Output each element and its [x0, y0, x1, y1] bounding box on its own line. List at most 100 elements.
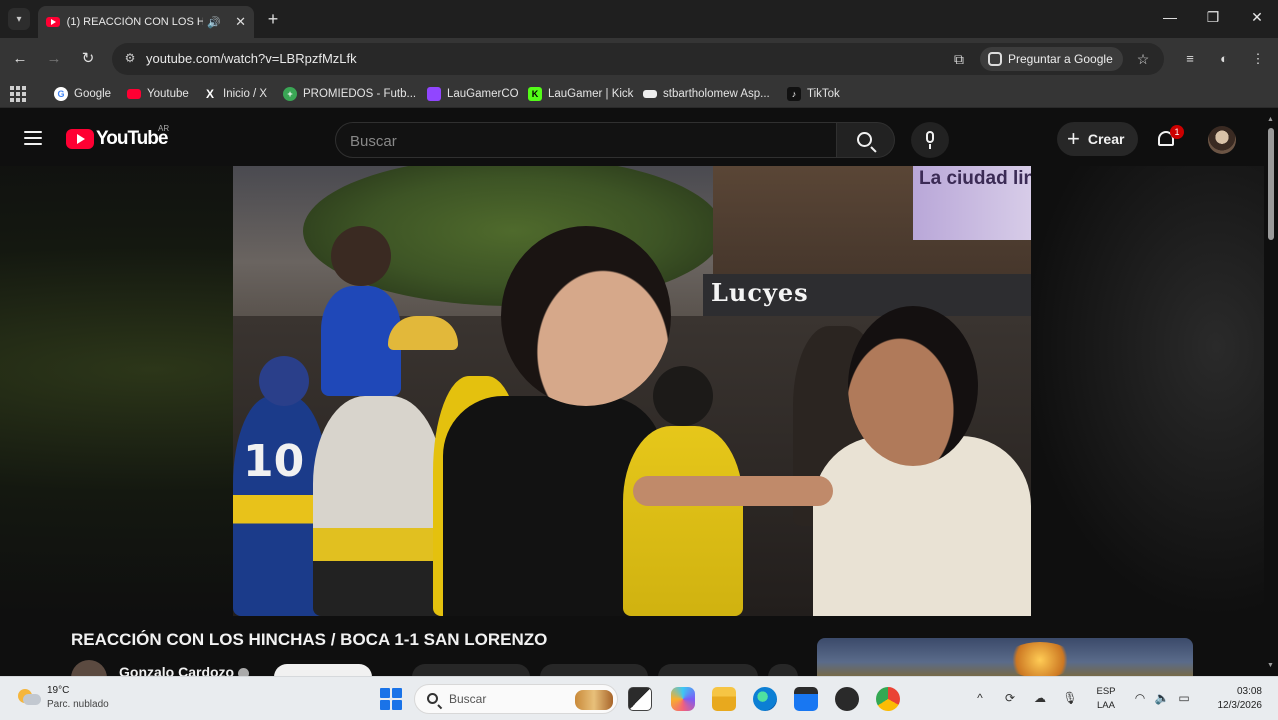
notification-badge: 1: [1170, 125, 1184, 139]
bookmark-google[interactable]: G Google: [54, 85, 111, 103]
video-player[interactable]: La ciudad linda del Lucyes 10: [233, 166, 1031, 616]
stbartholomew-icon: [643, 90, 657, 98]
youtube-logo[interactable]: YouTube AR: [66, 124, 169, 150]
youtube-search-button[interactable]: [837, 122, 895, 158]
browser-tab-active[interactable]: (1) REACCIÓN CON LOS HI 🔊 ✕: [38, 6, 254, 38]
youtube-search-input[interactable]: [350, 131, 820, 151]
wifi-icon[interactable]: ◠: [1132, 691, 1148, 705]
more-menu-icon[interactable]: ⋮: [1248, 49, 1268, 69]
volume-icon[interactable]: 🔈: [1154, 691, 1170, 705]
youtube-wordmark: YouTube: [96, 128, 168, 149]
voice-search-button[interactable]: [911, 122, 949, 158]
bookmark-kick[interactable]: K LauGamer | Kick: [528, 85, 633, 103]
notifications-button[interactable]: 1: [1156, 125, 1184, 150]
weather-temperature[interactable]: 19°C: [47, 685, 69, 696]
taskbar-search[interactable]: Buscar: [414, 684, 618, 714]
browser-tabstrip: ▾ (1) REACCIÓN CON LOS HI 🔊 ✕ + — ❐ ✕: [0, 0, 1278, 38]
scrollbar-thumb[interactable]: [1268, 128, 1274, 240]
bookmark-label: Google: [74, 88, 112, 100]
scroll-down-arrow-icon[interactable]: ▼: [1267, 662, 1274, 669]
weather-partly-cloudy-icon[interactable]: [18, 687, 41, 707]
speaker-icon[interactable]: 🔊: [207, 16, 221, 29]
reload-icon[interactable]: ↻: [78, 49, 98, 69]
bookmark-youtube[interactable]: Youtube: [127, 85, 189, 103]
new-tab-button[interactable]: +: [262, 8, 284, 30]
search-highlight-image: [575, 690, 613, 710]
bookmark-label: LauGamer | Kick: [548, 88, 634, 100]
copilot-icon[interactable]: [671, 687, 695, 711]
ask-google-label: Preguntar a Google: [1008, 52, 1113, 66]
clock[interactable]: 03:08 12/3/2026: [1204, 685, 1263, 713]
bookmark-tiktok[interactable]: ♪ TikTok: [787, 85, 840, 103]
handshake-arms: [633, 476, 833, 506]
promiedos-icon: +: [283, 87, 297, 101]
site-info-icon[interactable]: ⚙: [122, 51, 138, 67]
bookmark-stbartholomew[interactable]: stbartholomew Asp...: [643, 85, 770, 103]
microphone-stem: [929, 144, 931, 149]
bookmark-x[interactable]: X Inicio / X: [203, 85, 267, 103]
scroll-up-arrow-icon[interactable]: ▲: [1267, 116, 1274, 123]
file-explorer-icon[interactable]: [712, 687, 736, 711]
kick-icon: K: [528, 87, 542, 101]
input-language[interactable]: ESP LAA: [1093, 685, 1119, 713]
x-icon: X: [205, 87, 214, 101]
tab-close-icon[interactable]: ✕: [235, 14, 246, 30]
fan-head-cap: [259, 356, 309, 406]
video-frame-billboard: La ciudad linda del: [913, 166, 1031, 240]
bookmark-star-icon[interactable]: ☆: [1134, 50, 1152, 68]
clock-date: 12/3/2026: [1217, 700, 1263, 711]
windows-start-icon[interactable]: [380, 688, 402, 710]
sync-icon[interactable]: ⟳: [1002, 691, 1018, 705]
create-button[interactable]: + Crear: [1057, 122, 1139, 156]
twitch-icon: [427, 87, 441, 101]
plus-icon: +: [1067, 126, 1080, 151]
youtube-search-box[interactable]: [335, 122, 837, 158]
microsoft-store-icon[interactable]: [794, 687, 818, 711]
chrome-icon[interactable]: [876, 687, 900, 711]
bookmark-label: PROMIEDOS - Futb...: [303, 88, 417, 100]
cloud-icon[interactable]: ☁: [1032, 691, 1048, 705]
jersey-number: 10: [243, 436, 305, 487]
fan-yellow-head: [653, 366, 713, 426]
battery-icon[interactable]: ▭: [1176, 691, 1192, 705]
page-scrollbar[interactable]: ▲ ▼: [1264, 114, 1278, 676]
minimize-button[interactable]: —: [1160, 9, 1180, 25]
address-bar[interactable]: ⚙ youtube.com/watch?v=LBRpzfMzLfk ⧉ Preg…: [112, 43, 1164, 75]
restore-button[interactable]: ❐: [1203, 9, 1223, 26]
close-window-button[interactable]: ✕: [1247, 9, 1267, 26]
bookmark-twitch[interactable]: LauGamerCO: [427, 85, 519, 103]
related-video-thumbnail[interactable]: [817, 638, 1193, 678]
back-arrow-icon[interactable]: ←: [10, 49, 30, 69]
fan-boca-head: [848, 306, 978, 466]
tiktok-icon: ♪: [787, 87, 801, 101]
microphone-icon[interactable]: 🎙: [1062, 691, 1078, 705]
youtube-favicon-icon: [46, 17, 60, 27]
language-code: ESP: [1096, 686, 1116, 697]
youtube-play-icon: [66, 129, 94, 149]
url-text[interactable]: youtube.com/watch?v=LBRpzfMzLfk: [146, 51, 357, 66]
video-frame-sign-text: Lucyes: [711, 278, 809, 307]
fan-white-shirt: [313, 396, 443, 616]
forward-arrow-icon[interactable]: →: [44, 49, 64, 69]
bookmark-label: stbartholomew Asp...: [663, 88, 770, 100]
region-code: AR: [158, 124, 170, 133]
browser-toolbar: ← → ↻ ⚙ youtube.com/watch?v=LBRpzfMzLfk …: [0, 38, 1278, 80]
search-icon: [427, 693, 438, 704]
account-avatar[interactable]: [1208, 126, 1236, 154]
task-view-icon[interactable]: [628, 687, 652, 711]
search-icon: [857, 132, 872, 147]
clock-time: 03:08: [1236, 686, 1262, 697]
reading-mode-icon[interactable]: ≡: [1180, 49, 1200, 69]
ask-google-button[interactable]: Preguntar a Google: [980, 47, 1123, 71]
extension-icon[interactable]: ◐: [1214, 49, 1234, 69]
install-app-icon[interactable]: ⧉: [950, 50, 968, 68]
menu-hamburger-icon[interactable]: [24, 131, 42, 145]
tray-overflow-chevron-icon[interactable]: ^: [972, 691, 988, 705]
apps-grid-icon[interactable]: [10, 86, 26, 102]
edge-browser-icon[interactable]: [753, 687, 777, 711]
bookmark-promiedos[interactable]: + PROMIEDOS - Futb...: [283, 85, 416, 103]
keyboard-layout: LAA: [1097, 700, 1115, 711]
weather-description[interactable]: Parc. nublado: [47, 699, 109, 710]
tab-search-button[interactable]: ▾: [8, 8, 30, 30]
app-with-notification-icon[interactable]: [835, 687, 859, 711]
